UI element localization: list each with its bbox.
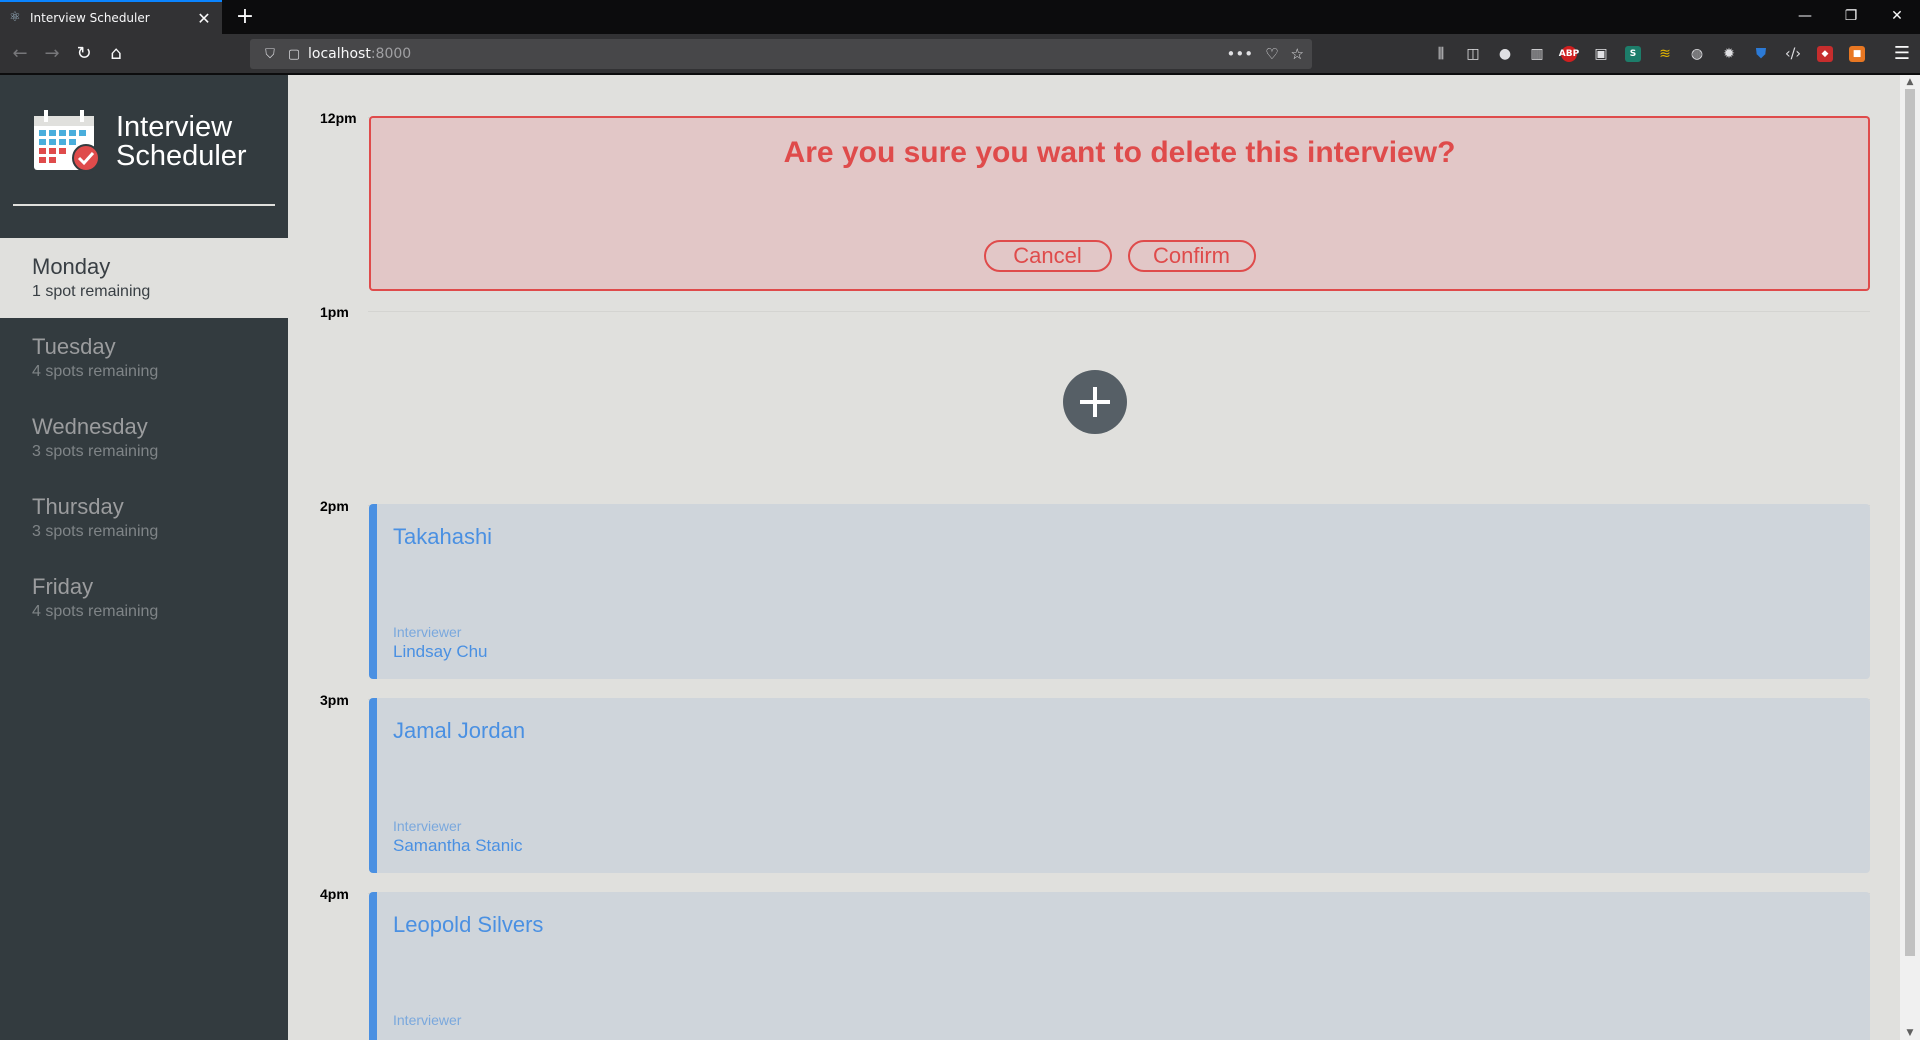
calendar-logo-icon (34, 110, 100, 172)
extension-bars-icon[interactable]: ▥ (1521, 40, 1553, 68)
student-name: Leopold Silvers (393, 912, 544, 937)
sidebar-divider (13, 204, 275, 206)
appointment-card[interactable]: Jamal Jordan Interviewer Samantha Stanic (369, 698, 1870, 873)
day-item-friday[interactable]: Friday 4 spots remaining (0, 558, 288, 638)
library-icon[interactable]: ⫼ (1425, 40, 1457, 68)
appointment-slot: 4pm Leopold Silvers Interviewer (288, 883, 1900, 1040)
day-name: Tuesday (32, 334, 116, 359)
toolbar-icons: ⫼ ◫ ● ▥ ABP ▣ S ≋ ◍ ✹ ⛊ ‹/› ◆ ■ (1425, 40, 1873, 68)
reload-icon[interactable]: ↻ (70, 40, 98, 68)
slot-header: 1pm (288, 301, 1870, 321)
browser-tab[interactable]: ⚛ Interview Scheduler ✕ (0, 0, 222, 34)
appointment-card[interactable]: Takahashi Interviewer Lindsay Chu (369, 504, 1870, 679)
page-scrollbar[interactable]: ▲ ▼ (1900, 75, 1920, 1040)
schedule: 12pm Are you sure you want to delete thi… (288, 75, 1900, 1040)
pocket-icon[interactable]: ♡ (1265, 45, 1278, 63)
day-spots: 3 spots remaining (32, 443, 159, 460)
day-item-wednesday[interactable]: Wednesday 3 spots remaining (0, 398, 288, 478)
slot-time: 1pm (320, 304, 349, 320)
extension-red-icon[interactable]: ◆ (1809, 40, 1841, 68)
url-actions: ••• ♡ ☆ (1227, 39, 1304, 69)
minimize-window-button[interactable]: — (1782, 0, 1828, 34)
appointment-slot: 12pm Are you sure you want to delete thi… (288, 107, 1900, 301)
scroll-down-arrow-icon[interactable]: ▼ (1900, 1026, 1920, 1040)
interviewer-name: Samantha Stanic (393, 836, 523, 855)
day-spots: 4 spots remaining (32, 603, 159, 620)
restore-window-button[interactable]: ❐ (1828, 0, 1874, 34)
new-tab-button[interactable]: + (230, 2, 260, 32)
appointment-card[interactable]: Leopold Silvers Interviewer (369, 892, 1870, 1040)
confirm-message: Are you sure you want to delete this int… (783, 136, 1456, 169)
extension-stack-icon[interactable]: ≋ (1649, 40, 1681, 68)
sidebar: Interview Scheduler Monday 1 spot remain… (0, 75, 288, 1040)
day-item-tuesday[interactable]: Tuesday 4 spots remaining (0, 318, 288, 398)
slot-time: 3pm (320, 692, 349, 708)
day-name: Thursday (32, 494, 124, 519)
app-name-line1: Interview (116, 111, 233, 143)
close-window-button[interactable]: ✕ (1874, 0, 1920, 34)
day-spots: 3 spots remaining (32, 523, 159, 540)
day-spots: 4 spots remaining (32, 363, 159, 380)
menu-hamburger-icon[interactable]: ☰ (1888, 40, 1916, 68)
url-host: localhost (308, 46, 371, 62)
confirm-button[interactable]: Confirm (1127, 240, 1256, 272)
app-logo: Interview Scheduler (32, 110, 247, 174)
appointment-slot: 3pm Jamal Jordan Interviewer Samantha St… (288, 689, 1900, 883)
appointment-slot: 1pm (288, 301, 1900, 495)
home-icon[interactable]: ⌂ (102, 40, 130, 68)
app-page: Interview Scheduler Monday 1 spot remain… (0, 75, 1920, 1040)
plus-icon (1080, 387, 1110, 417)
tab-title: Interview Scheduler (30, 11, 150, 25)
interviewer-name: Lindsay Chu (393, 642, 488, 661)
sidebar-toggle-icon[interactable]: ◫ (1457, 40, 1489, 68)
extension-orange-icon[interactable]: ■ (1841, 40, 1873, 68)
interviewer-label: Interviewer (393, 624, 462, 640)
browser-nav-bar: ← → ↻ ⌂ ⛉ ▢ localhost:8000 ••• ♡ ☆ ⫼ ◫ ●… (0, 34, 1920, 74)
day-spots: 1 spot remaining (32, 283, 151, 300)
dev-tools-icon[interactable]: ‹/› (1777, 40, 1809, 68)
slot-time: 4pm (320, 886, 349, 902)
slot-time: 2pm (320, 498, 349, 514)
url-bar[interactable]: ⛉ ▢ localhost:8000 ••• ♡ ☆ (250, 39, 1312, 69)
delete-confirm-dialog: Are you sure you want to delete this int… (369, 116, 1870, 291)
interviewer-label: Interviewer (393, 1012, 462, 1028)
forward-arrow-icon[interactable]: → (38, 40, 66, 68)
page-info-icon[interactable]: ▢ (284, 47, 304, 62)
day-item-monday[interactable]: Monday 1 spot remaining (0, 238, 288, 318)
student-name: Jamal Jordan (393, 718, 526, 743)
tracking-shield-icon[interactable]: ⛉ (260, 47, 280, 62)
tab-close-icon[interactable]: ✕ (194, 9, 214, 28)
day-list: Monday 1 spot remaining Tuesday 4 spots … (0, 238, 288, 638)
extension-mask-icon[interactable]: ◍ (1681, 40, 1713, 68)
app-name: Interview Scheduler (116, 113, 247, 171)
scrollbar-thumb[interactable] (1905, 89, 1915, 956)
extension-shield-icon[interactable]: ⛊ (1745, 40, 1777, 68)
appointment-slot: 2pm Takahashi Interviewer Lindsay Chu (288, 495, 1900, 689)
react-favicon-icon: ⚛ (9, 10, 21, 25)
url-port: :8000 (370, 46, 412, 62)
page-actions-icon[interactable]: ••• (1227, 45, 1254, 63)
scroll-up-arrow-icon[interactable]: ▲ (1900, 75, 1920, 89)
day-name: Friday (32, 574, 94, 599)
interviewer-label: Interviewer (393, 818, 462, 834)
student-name: Takahashi (393, 524, 493, 549)
confirm-actions: Cancel Confirm (371, 240, 1868, 272)
add-appointment-button[interactable] (1063, 370, 1127, 434)
day-item-thursday[interactable]: Thursday 3 spots remaining (0, 478, 288, 558)
cancel-button[interactable]: Cancel (983, 240, 1112, 272)
slot-time: 12pm (320, 110, 357, 126)
back-arrow-icon[interactable]: ← (6, 40, 34, 68)
app-name-line2: Scheduler (116, 140, 247, 172)
day-name: Wednesday (32, 414, 148, 439)
extension-glasses-icon[interactable]: ▣ (1585, 40, 1617, 68)
day-name: Monday (32, 254, 111, 279)
account-icon[interactable]: ● (1489, 40, 1521, 68)
extension-s-icon[interactable]: S (1617, 40, 1649, 68)
extension-gear-icon[interactable]: ✹ (1713, 40, 1745, 68)
browser-tab-bar: ⚛ Interview Scheduler ✕ + — ❐ ✕ (0, 0, 1920, 34)
slot-divider (368, 311, 1870, 312)
adblock-icon[interactable]: ABP (1553, 40, 1585, 68)
bookmark-star-icon[interactable]: ☆ (1291, 45, 1304, 63)
